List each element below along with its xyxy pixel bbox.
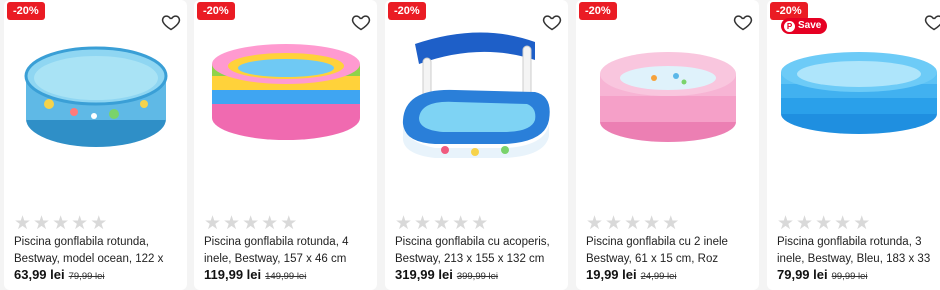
star-icon: ★ (414, 213, 432, 234)
rating-stars: ★ ★ ★ ★ ★ (586, 213, 680, 234)
star-icon: ★ (624, 213, 642, 234)
star-icon: ★ (605, 213, 623, 234)
discount-badge: -20% (388, 2, 426, 20)
old-price: 149,99 lei (265, 271, 307, 282)
star-icon: ★ (242, 213, 260, 234)
star-icon: ★ (834, 213, 852, 234)
rainbow-pool-image[interactable] (194, 24, 377, 174)
star-icon: ★ (395, 213, 413, 234)
product-card[interactable]: -20% ★ ★ ★ ★ ★ Piscina gonflabila cu 2 inele… (576, 0, 759, 290)
star-icon: ★ (433, 213, 451, 234)
product-title[interactable]: Piscina gonflabila rotunda, 3 inele, Bes… (777, 234, 940, 268)
rating-stars: ★ ★ ★ ★ ★ (204, 213, 298, 234)
star-icon: ★ (471, 213, 489, 234)
current-price: 119,99 lei (204, 267, 262, 282)
star-icon: ★ (71, 213, 89, 234)
star-icon: ★ (33, 213, 51, 234)
star-icon: ★ (223, 213, 241, 234)
star-icon: ★ (853, 213, 871, 234)
boat-pool-with-canopy-image[interactable] (385, 24, 568, 174)
product-card[interactable]: -20% P Save ★ ★ ★ ★ ★ Piscina gonflabila rot… (767, 0, 940, 290)
blue-pool-image[interactable] (767, 24, 940, 174)
star-icon: ★ (815, 213, 833, 234)
star-icon: ★ (452, 213, 470, 234)
star-icon: ★ (662, 213, 680, 234)
star-icon: ★ (90, 213, 108, 234)
rating-stars: ★ ★ ★ ★ ★ (14, 213, 108, 234)
product-title[interactable]: Piscina gonflabila rotunda, 4 inele, Bes… (204, 234, 374, 268)
price-row: 79,99 lei 99,99 lei (777, 266, 868, 284)
price-row: 319,99 lei 399,99 lei (395, 266, 498, 284)
product-title[interactable]: Piscina gonflabila cu 2 inele Bestway, 6… (586, 234, 756, 268)
pink-pool-image[interactable] (576, 24, 759, 174)
old-price: 79,99 lei (68, 271, 105, 282)
discount-badge: -20% (7, 2, 45, 20)
price-row: 119,99 lei 149,99 lei (204, 266, 306, 284)
star-icon: ★ (777, 213, 795, 234)
discount-badge: -20% (197, 2, 235, 20)
current-price: 79,99 lei (777, 267, 828, 282)
price-row: 19,99 lei 24,99 lei (586, 266, 677, 284)
old-price: 24,99 lei (640, 271, 677, 282)
rating-stars: ★ ★ ★ ★ ★ (395, 213, 489, 234)
current-price: 319,99 lei (395, 267, 453, 282)
ocean-pool-image[interactable] (4, 24, 187, 174)
current-price: 19,99 lei (586, 267, 637, 282)
star-icon: ★ (280, 213, 298, 234)
old-price: 99,99 lei (831, 271, 868, 282)
discount-badge: -20% (579, 2, 617, 20)
product-card[interactable]: -20% ★ ★ ★ ★ ★ Piscina gonflabila cu acoperi… (385, 0, 568, 290)
price-row: 63,99 lei 79,99 lei (14, 266, 105, 284)
rating-stars: ★ ★ ★ ★ ★ (777, 213, 871, 234)
product-card[interactable]: -20% ★ ★ ★ ★ ★ Piscina gonflabila rotunda, 4… (194, 0, 377, 290)
product-card[interactable]: -20% ★ ★ ★ ★ ★ Piscina gonflabila rotunda, B… (4, 0, 187, 290)
star-icon: ★ (643, 213, 661, 234)
product-title[interactable]: Piscina gonflabila rotunda, Bestway, mod… (14, 234, 184, 268)
star-icon: ★ (14, 213, 32, 234)
old-price: 399,99 lei (456, 271, 499, 282)
star-icon: ★ (52, 213, 70, 234)
current-price: 63,99 lei (14, 267, 65, 282)
product-grid: -20% ★ ★ ★ ★ ★ Piscina gonflabila rotunda, B… (0, 0, 940, 290)
star-icon: ★ (204, 213, 222, 234)
star-icon: ★ (586, 213, 604, 234)
product-title[interactable]: Piscina gonflabila cu acoperis, Bestway,… (395, 234, 565, 268)
star-icon: ★ (796, 213, 814, 234)
star-icon: ★ (261, 213, 279, 234)
